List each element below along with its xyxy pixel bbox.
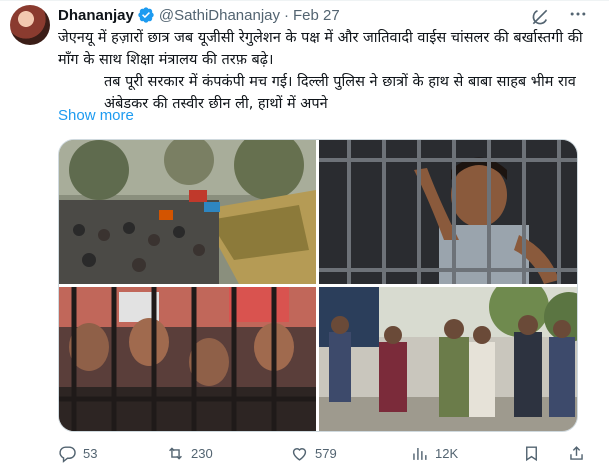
bookmark-button[interactable] <box>522 441 547 465</box>
reply-button[interactable]: 53 <box>58 441 97 465</box>
more-options-icon[interactable] <box>566 4 590 28</box>
views-icon <box>413 447 427 460</box>
like-icon <box>292 447 307 461</box>
tweet-paragraph-2: तब पूरी सरकार में कंपकंपी मच गई। दिल्ली … <box>104 74 576 112</box>
repost-count: 230 <box>191 445 213 461</box>
action-bar: 53 230 579 12K <box>58 441 598 465</box>
views-count: 12K <box>435 445 459 461</box>
reply-count: 53 <box>83 445 98 461</box>
author-handle[interactable]: @SathiDhananjay <box>159 7 280 24</box>
media-grid <box>58 139 578 432</box>
photo-students-behind-bars[interactable] <box>59 287 316 431</box>
photo-police-detaining[interactable] <box>319 287 577 431</box>
repost-icon <box>169 446 182 460</box>
bookmark-icon <box>526 445 537 461</box>
avatar[interactable] <box>10 5 50 45</box>
photo-detained-student[interactable] <box>319 140 577 284</box>
tweet-paragraph-1: जेएनयू में हज़ारों छात्र जब यूजीसी रेगुल… <box>58 30 583 68</box>
show-more-link[interactable]: Show more <box>58 107 134 124</box>
share-icon <box>570 445 583 460</box>
grok-icon[interactable] <box>530 7 550 27</box>
author-name[interactable]: Dhananjay <box>58 7 134 24</box>
like-count: 579 <box>315 445 337 461</box>
tweet-date[interactable]: Feb 27 <box>293 7 340 24</box>
reply-icon <box>59 445 76 463</box>
share-button[interactable] <box>567 441 592 465</box>
repost-button[interactable]: 230 <box>166 441 213 465</box>
photo-protest-crowd[interactable] <box>59 140 316 284</box>
verified-badge-icon <box>137 6 155 24</box>
tweet-card[interactable]: Dhananjay @SathiDhananjay · Feb 27 जेएनय… <box>0 0 609 470</box>
like-button[interactable]: 579 <box>290 441 337 465</box>
views-button[interactable]: 12K <box>410 441 458 465</box>
tweet-text: जेएनयू में हज़ारों छात्र जब यूजीसी रेगुल… <box>58 27 598 115</box>
separator-dot: · <box>284 6 289 24</box>
tweet-header: Dhananjay @SathiDhananjay · Feb 27 <box>58 5 340 25</box>
